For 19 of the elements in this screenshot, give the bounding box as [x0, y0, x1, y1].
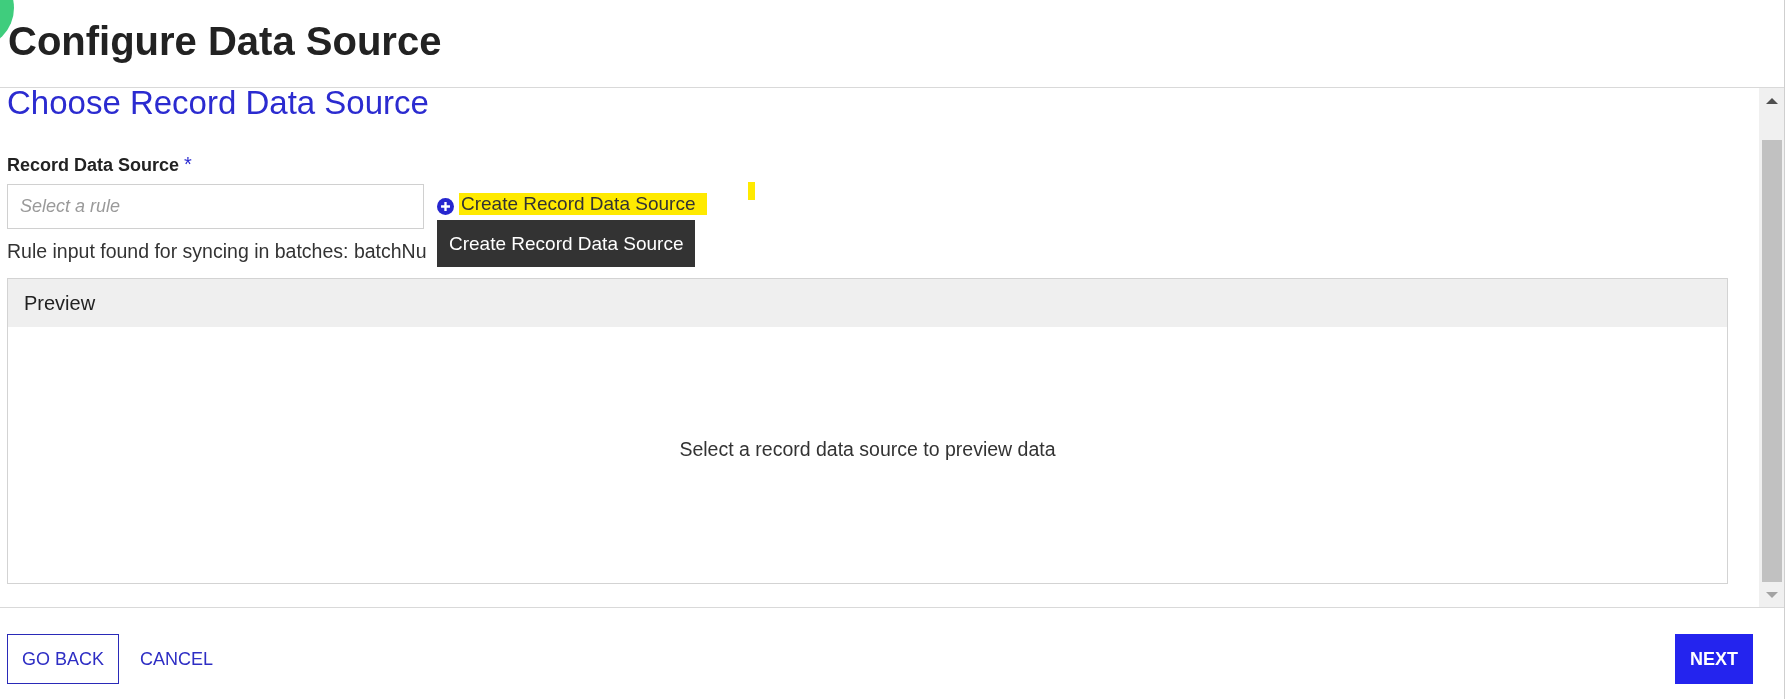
plus-circle-icon[interactable] [437, 198, 454, 215]
go-back-button[interactable]: GO BACK [7, 634, 120, 684]
dialog-title: Configure Data Source [8, 21, 442, 62]
preview-title: Preview [24, 291, 96, 315]
scrollbar-thumb[interactable] [1762, 140, 1782, 582]
required-marker: * [184, 152, 192, 176]
rule-input-note: Rule input found for syncing in batches: batchNu [7, 239, 427, 263]
field-label: Record Data Source [7, 154, 180, 177]
down-triangle-icon [1765, 591, 1778, 598]
next-button[interactable]: NEXT [1675, 634, 1753, 684]
step-title: Choose Record Data Source [7, 88, 429, 118]
scrollbar[interactable] [1759, 88, 1784, 607]
cancel-button[interactable]: CANCEL [125, 634, 229, 684]
rule-select-field[interactable]: Select a rule [7, 184, 424, 229]
empty-message: Select a record data source to preview data [679, 437, 1056, 461]
up-triangle-icon [1765, 97, 1778, 104]
tooltip: Create Record Data Source [437, 220, 696, 267]
create-link[interactable]: Create Record Data Source [459, 193, 708, 215]
highlighter-mark [748, 182, 756, 200]
